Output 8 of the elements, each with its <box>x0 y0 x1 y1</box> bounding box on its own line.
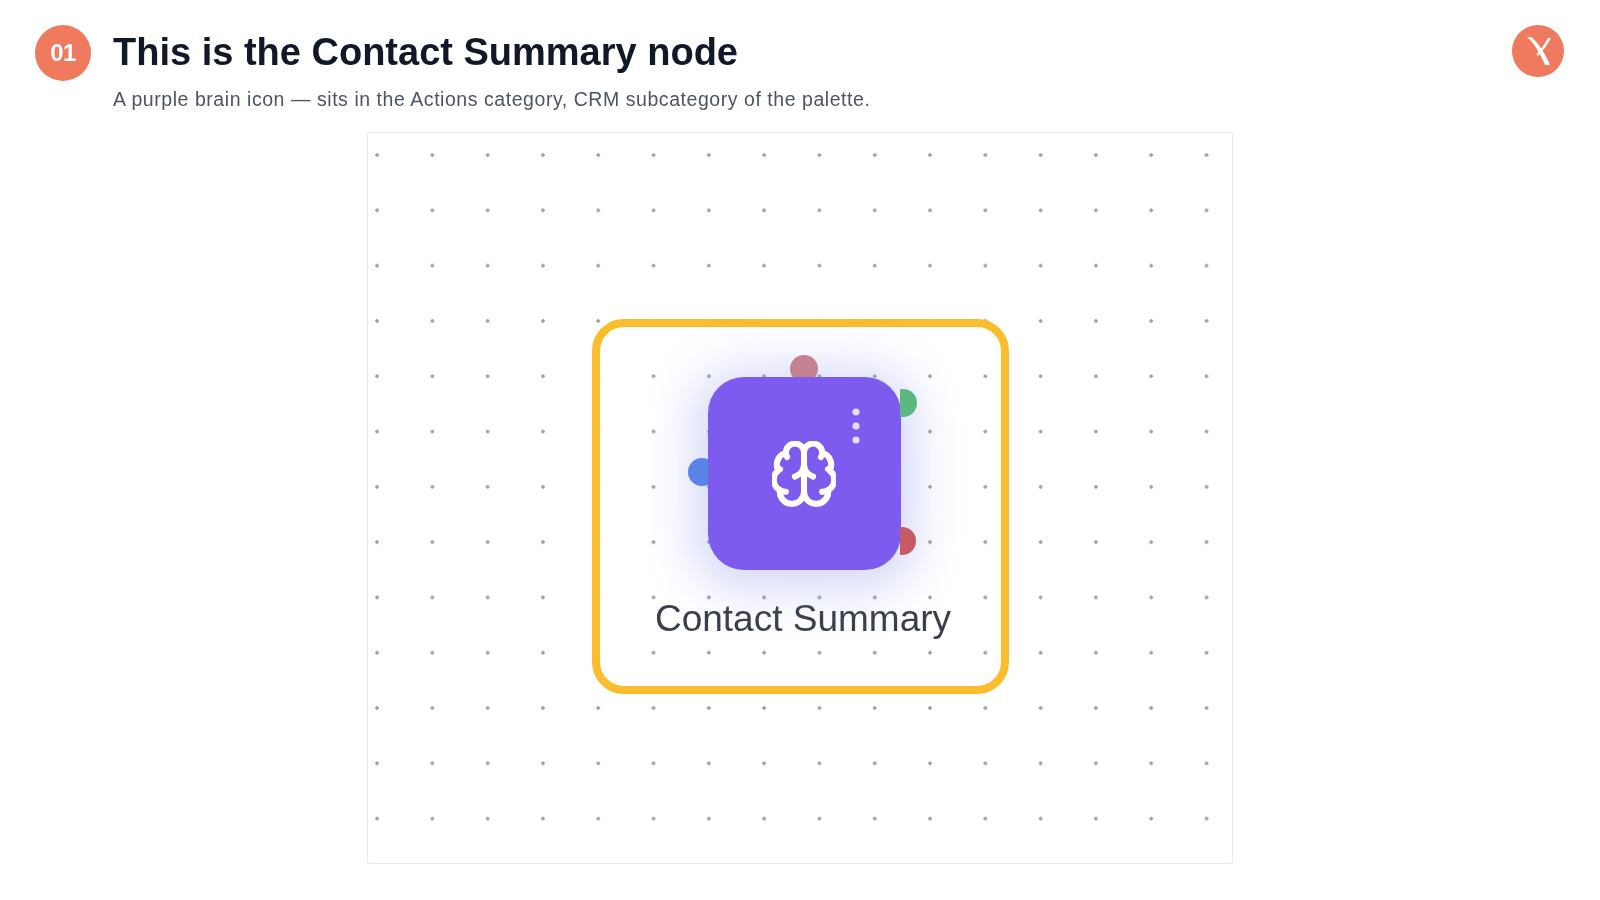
logo-icon <box>1512 25 1564 77</box>
step-description: A purple brain icon — sits in the Actions category, CRM subcategory of the palette. <box>113 87 871 111</box>
node-card[interactable] <box>707 377 901 570</box>
kebab-menu-icon[interactable] <box>851 408 860 444</box>
brain-icon <box>772 440 836 507</box>
step-number-badge: 01 <box>35 25 91 81</box>
node-label: Contact Summary <box>654 597 952 641</box>
step-title: This is the Contact Summary node <box>113 30 738 74</box>
